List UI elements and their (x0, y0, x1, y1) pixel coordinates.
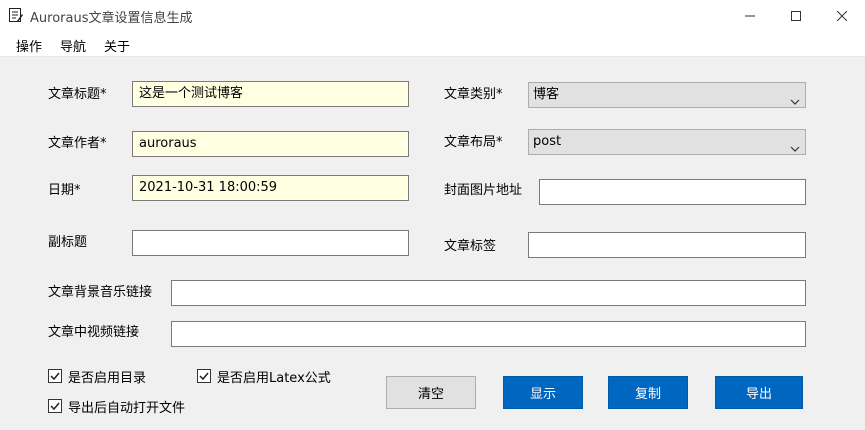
menu-bar: 操作 导航 关于 (0, 32, 865, 57)
menu-item-operate[interactable]: 操作 (16, 36, 42, 55)
chevron-down-icon (790, 138, 800, 162)
window-title: Auroraus文章设置信息生成 (30, 11, 193, 26)
close-button[interactable] (819, 0, 865, 32)
checkbox-box (48, 369, 62, 383)
menu-item-navigate[interactable]: 导航 (60, 36, 86, 55)
toc-checkbox[interactable]: 是否启用目录 (48, 368, 147, 386)
toc-checkbox-label: 是否启用目录 (68, 370, 147, 386)
cover-label: 封面图片地址 (444, 183, 523, 198)
category-label: 文章类别* (444, 87, 503, 102)
subtitle-label: 副标题 (48, 235, 88, 250)
show-button[interactable]: 显示 (503, 376, 583, 409)
category-value: 博客 (533, 87, 560, 102)
layout-label: 文章布局* (444, 135, 503, 150)
autoopen-checkbox-label: 导出后自动打开文件 (68, 400, 186, 416)
minimize-button[interactable] (727, 0, 773, 32)
subtitle-input[interactable] (132, 230, 409, 256)
author-input[interactable]: auroraus (132, 131, 409, 157)
layout-value: post (533, 134, 562, 149)
date-label: 日期* (48, 183, 81, 198)
autoopen-checkbox[interactable]: 导出后自动打开文件 (48, 398, 186, 416)
title-label: 文章标题* (48, 87, 107, 102)
app-window: Auroraus文章设置信息生成 操作 导航 关于 文章标题* 这是一个测试博客… (0, 0, 865, 430)
music-input[interactable] (171, 280, 806, 306)
video-input[interactable] (171, 321, 806, 347)
checkbox-box (48, 399, 62, 413)
menu-item-about[interactable]: 关于 (104, 36, 130, 55)
latex-checkbox[interactable]: 是否启用Latex公式 (197, 368, 331, 386)
maximize-icon (791, 11, 801, 21)
chevron-down-icon (790, 91, 800, 115)
copy-button[interactable]: 复制 (608, 376, 688, 409)
checkbox-box (197, 369, 211, 383)
layout-select[interactable]: post (528, 129, 806, 155)
close-icon (837, 11, 847, 21)
category-select[interactable]: 博客 (528, 82, 806, 108)
export-button[interactable]: 导出 (715, 376, 803, 409)
tags-label: 文章标签 (444, 239, 497, 254)
app-icon (9, 8, 23, 22)
minimize-icon (745, 11, 755, 21)
author-label: 文章作者* (48, 136, 107, 151)
maximize-button[interactable] (773, 0, 819, 32)
title-input[interactable]: 这是一个测试博客 (132, 81, 409, 107)
title-bar[interactable]: Auroraus文章设置信息生成 (0, 0, 865, 32)
music-label: 文章背景音乐链接 (48, 285, 153, 300)
tags-input[interactable] (528, 232, 806, 258)
cover-input[interactable] (539, 179, 806, 205)
video-label: 文章中视频链接 (48, 325, 140, 340)
date-input[interactable]: 2021-10-31 18:00:59 (132, 175, 409, 201)
latex-checkbox-label: 是否启用Latex公式 (217, 370, 331, 386)
clear-button[interactable]: 清空 (386, 376, 476, 409)
